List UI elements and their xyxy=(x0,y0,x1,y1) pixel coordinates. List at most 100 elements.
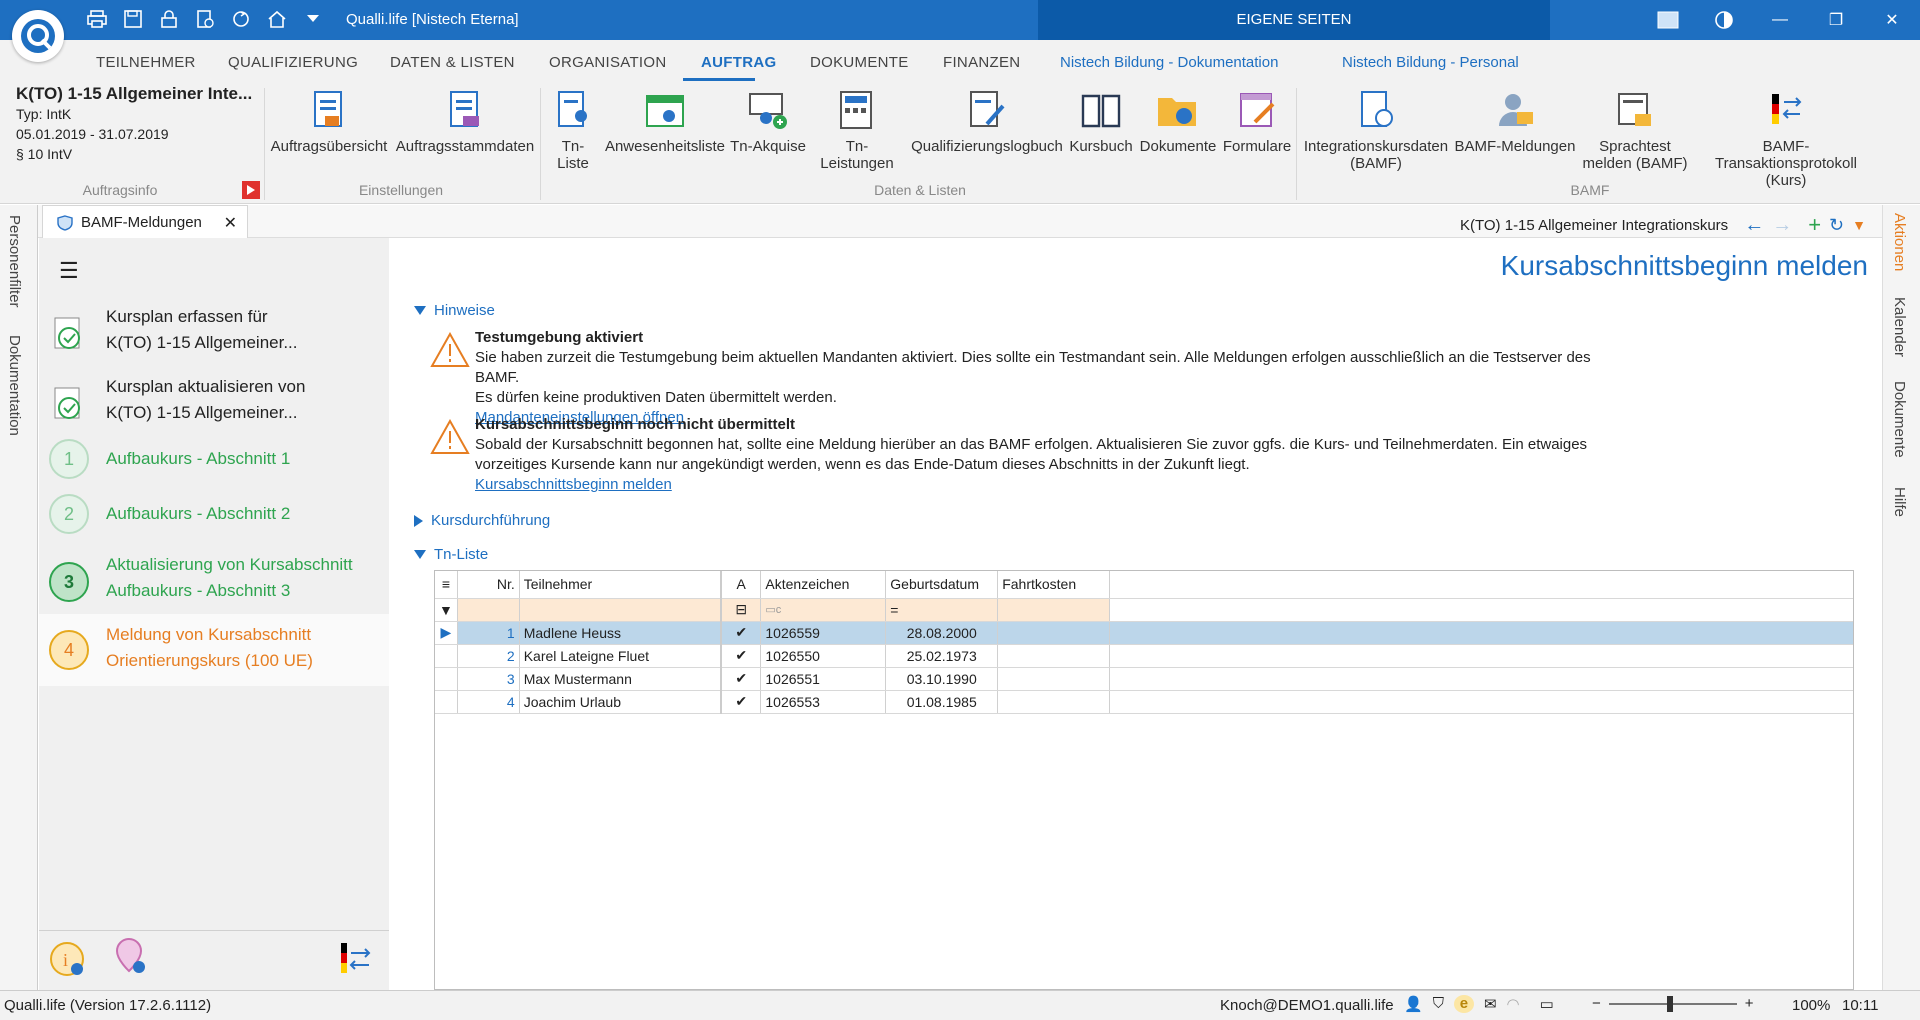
bamf-transaktionsprotokoll-button[interactable]: BAMF-Transaktionsprotokoll (Kurs) xyxy=(1692,88,1880,189)
close-icon[interactable]: ✕ xyxy=(1864,0,1920,40)
close-icon[interactable]: ✕ xyxy=(224,213,237,233)
step-kursplan-erfassen[interactable]: Kursplan erfassen für K(TO) 1-15 Allgemei… xyxy=(39,304,389,360)
doc-tab-bamf-meldungen[interactable]: BAMF-Meldungen ✕ xyxy=(42,205,248,239)
section-kursdurchfuehrung[interactable]: Kursdurchführung xyxy=(414,512,550,529)
qualifizierungslogbuch-button[interactable]: Qualifizierungslogbuch xyxy=(908,88,1066,155)
settings-document-icon[interactable] xyxy=(194,8,216,30)
forward-arrow-icon[interactable]: → xyxy=(1772,214,1792,237)
col-fahrtkosten[interactable]: Fahrtkosten xyxy=(997,571,1111,599)
refresh-icon[interactable]: ↻ xyxy=(1829,215,1844,236)
col-aktenzeichen[interactable]: Aktenzeichen xyxy=(760,571,887,599)
refresh-icon[interactable] xyxy=(230,8,252,30)
side-tab-hilfe[interactable]: Hilfe xyxy=(1891,487,1908,517)
zoom-thumb[interactable] xyxy=(1666,995,1673,1012)
dropdown-icon[interactable] xyxy=(302,8,324,30)
window-layout-icon[interactable]: ▭ xyxy=(1540,995,1554,1013)
contrast-icon[interactable] xyxy=(1696,0,1752,40)
filter-cell[interactable] xyxy=(997,598,1111,622)
german-flag-transfer-icon[interactable] xyxy=(339,941,375,978)
tab-teilnehmer[interactable]: TEILNEHMER xyxy=(96,54,196,71)
wifi-icon[interactable]: ◠ xyxy=(1507,995,1520,1013)
section-tn-liste[interactable]: Tn-Liste xyxy=(414,546,488,563)
location-person-icon[interactable] xyxy=(113,937,153,982)
sprachtest-melden-button[interactable]: Sprachtest melden (BAMF) xyxy=(1580,88,1690,172)
auftragsstammdaten-button[interactable]: Auftragsstammdaten xyxy=(392,88,538,155)
tab-daten-listen[interactable]: DATEN & LISTEN xyxy=(390,54,515,71)
tab-qualifizierung[interactable]: QUALIFIZIERUNG xyxy=(228,54,358,71)
table-row[interactable]: 3 Max Mustermann ✔ 1026551 03.10.1990 xyxy=(435,667,1853,691)
add-icon[interactable]: + xyxy=(1808,212,1821,238)
home-icon[interactable] xyxy=(266,8,288,30)
tn-akquise-button[interactable]: Tn-Akquise xyxy=(728,88,808,155)
shield-check-icon[interactable]: ⛉ xyxy=(1433,995,1444,1013)
filter-icon: ▼ xyxy=(435,598,458,622)
side-tab-aktionen[interactable]: Aktionen xyxy=(1891,213,1908,271)
section-hinweise[interactable]: Hinweise xyxy=(414,302,495,319)
tab-dokumente[interactable]: DOKUMENTE xyxy=(810,54,909,71)
filter-checkbox[interactable]: ⊟ xyxy=(719,598,762,622)
col-nr[interactable]: Nr. xyxy=(457,571,520,599)
step-aufbaukurs-2[interactable]: 2 Aufbaukurs - Abschnitt 2 xyxy=(39,491,389,537)
tn-liste-button[interactable]: Tn-Liste xyxy=(546,88,600,172)
step-aktualisierung-abschnitt-3[interactable]: 3 Aktualisierung von Kursabschnitt Aufbau… xyxy=(39,552,389,612)
tab-nistech-dokumentation[interactable]: Nistech Bildung - Dokumentation xyxy=(1060,54,1278,71)
filter-cell[interactable]: ▭c xyxy=(760,598,887,622)
chevron-down-icon[interactable]: ▼ xyxy=(1852,217,1866,233)
tn-leistungen-button[interactable]: Tn-Leistungen xyxy=(810,88,904,172)
hamburger-menu-icon[interactable]: ☰ xyxy=(59,258,79,284)
tab-nistech-personal[interactable]: Nistech Bildung - Personal xyxy=(1342,54,1519,71)
tab-auftrag[interactable]: AUFTRAG xyxy=(701,54,776,71)
step-number-badge: 4 xyxy=(49,630,89,670)
print-icon[interactable] xyxy=(86,8,108,30)
step-kursplan-aktualisieren[interactable]: Kursplan aktualisieren von K(TO) 1-15 All… xyxy=(39,374,389,430)
zoom-out-icon[interactable]: − xyxy=(1592,995,1601,1012)
anwesenheitsliste-button[interactable]: Anwesenheitsliste xyxy=(604,88,726,155)
col-filler xyxy=(1109,571,1853,599)
minimize-icon[interactable]: — xyxy=(1752,0,1808,40)
integrationskursdaten-button[interactable]: Integrationskursdaten (BAMF) xyxy=(1302,88,1450,172)
restore-icon[interactable]: ❐ xyxy=(1808,0,1864,40)
side-tab-dokumente[interactable]: Dokumente xyxy=(1891,381,1908,458)
side-tab-personenfilter[interactable]: Personenfilter xyxy=(6,215,23,308)
e-badge-icon[interactable]: e xyxy=(1453,995,1474,1013)
col-a[interactable]: A xyxy=(719,571,762,599)
kursabschnittsbeginn-melden-link[interactable]: Kursabschnittsbeginn melden xyxy=(475,476,672,493)
step-aufbaukurs-1[interactable]: 1 Aufbaukurs - Abschnitt 1 xyxy=(39,436,389,482)
formulare-button[interactable]: Formulare xyxy=(1222,88,1292,155)
step-meldung-orientierungskurs[interactable]: 4 Meldung von Kursabschnitt Orientierungs… xyxy=(39,614,389,686)
back-arrow-icon[interactable]: ← xyxy=(1744,214,1764,237)
notice-title: Testumgebung aktiviert xyxy=(475,329,644,346)
warning-icon xyxy=(430,331,470,374)
kursbuch-button[interactable]: Kursbuch xyxy=(1068,88,1134,155)
filter-cell[interactable] xyxy=(457,598,520,622)
notice-title: Kursabschnittsbeginn noch nicht übermitt… xyxy=(475,416,796,433)
quick-access-toolbar xyxy=(86,8,324,30)
filter-cell[interactable]: = xyxy=(885,598,999,622)
person-icon[interactable]: 👤 xyxy=(1404,995,1423,1013)
zoom-in-icon[interactable]: + xyxy=(1745,995,1754,1012)
table-row[interactable]: ▶ 1 Madlene Heuss ✔ 1026559 28.08.2000 xyxy=(435,621,1853,645)
tab-organisation[interactable]: ORGANISATION xyxy=(549,54,667,71)
zoom-slider[interactable]: − + xyxy=(1592,995,1754,1012)
dokumente-button[interactable]: Dokumente xyxy=(1136,88,1220,155)
app-logo-icon[interactable] xyxy=(12,10,64,62)
side-tab-kalender[interactable]: Kalender xyxy=(1891,297,1908,357)
column-chooser-icon[interactable]: ≡ xyxy=(435,571,458,599)
info-person-icon[interactable]: i xyxy=(49,941,89,984)
tab-finanzen[interactable]: FINANZEN xyxy=(943,54,1020,71)
table-row[interactable]: 2 Karel Lateigne Fluet ✔ 1026550 25.02.1… xyxy=(435,644,1853,668)
side-tab-dokumentation[interactable]: Dokumentation xyxy=(6,335,23,436)
bamf-meldungen-button[interactable]: BAMF-Meldungen xyxy=(1452,88,1578,155)
save-icon[interactable] xyxy=(122,8,144,30)
table-row[interactable]: 4 Joachim Urlaub ✔ 1026553 01.08.1985 xyxy=(435,690,1853,714)
filter-cell[interactable] xyxy=(519,598,722,622)
expand-arrow-icon[interactable] xyxy=(242,181,260,199)
layout-icon[interactable] xyxy=(1640,0,1696,40)
lock-icon[interactable] xyxy=(158,8,180,30)
auftragsuebersicht-button[interactable]: Auftragsübersicht xyxy=(270,88,388,155)
col-geburtsdatum[interactable]: Geburtsdatum xyxy=(885,571,999,599)
mail-icon[interactable]: ✉ xyxy=(1484,995,1497,1013)
eigene-seiten-button[interactable]: EIGENE SEITEN xyxy=(1038,0,1550,40)
main-content: Kursabschnittsbeginn melden Hinweise Tes… xyxy=(390,238,1882,990)
col-teilnehmer[interactable]: Teilnehmer xyxy=(519,571,722,599)
